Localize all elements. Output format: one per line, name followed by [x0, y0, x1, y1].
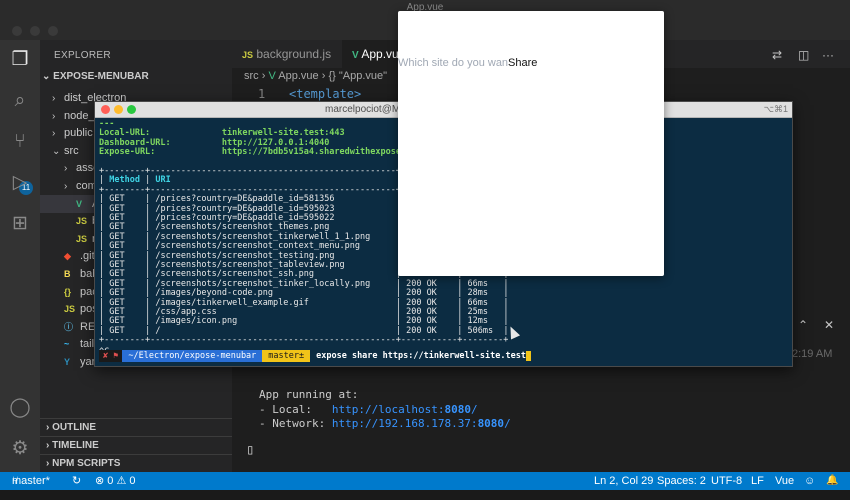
file-tree-label: src — [64, 144, 79, 157]
shell-command: expose share https://tinkerwell-site.tes… — [316, 351, 526, 361]
chevron-right-icon: › — [64, 181, 68, 192]
terminal-local-line: - Local: http://localhost:8080/ — [259, 403, 478, 416]
terminal-shortcut: ⌥⌘1 — [763, 104, 788, 114]
status-bar: ⑂ master* ↻ ⊗ 0 ⚠ 0 Ln 2, Col 29 Spaces:… — [0, 472, 850, 490]
search-icon[interactable]: ⌕ — [8, 89, 32, 113]
panel-timestamp: 2:19 AM — [792, 348, 833, 360]
npm-scripts-section[interactable]: › NPM SCRIPTS — [40, 454, 232, 472]
source-control-icon[interactable]: ⑂ — [8, 130, 32, 154]
tab-background-js[interactable]: JS background.js — [232, 40, 340, 68]
terminal-cursor — [525, 350, 531, 361]
file-type-icon: V — [76, 198, 83, 209]
table-border: +--------+------------------------------… — [99, 335, 509, 346]
line-number: 1 — [258, 87, 266, 101]
breadcrumb-folder[interactable]: src — [244, 70, 259, 82]
window-zoom-button[interactable] — [48, 26, 58, 36]
open-changes-icon[interactable]: ⇄ — [772, 48, 782, 62]
chevron-down-icon: ⌄ — [52, 145, 61, 157]
breadcrumb-symbol[interactable]: {} "App.vue" — [328, 70, 387, 82]
encoding-item[interactable]: UTF-8 — [711, 472, 742, 490]
timeline-section[interactable]: › TIMELINE — [40, 436, 232, 454]
file-type-icon: B — [64, 269, 71, 279]
tunnel-info-line: Expose-URL: https://7bdb5v15a4.sharedwit… — [99, 147, 422, 158]
terminal-running-line: App running at: — [259, 388, 359, 401]
site-input[interactable] — [398, 55, 508, 71]
chevron-down-icon: ⌄ — [42, 71, 54, 82]
chevron-right-icon: › — [52, 110, 56, 122]
screen-bottom-edge — [0, 490, 850, 500]
file-tree-label: node_ — [64, 109, 95, 122]
sync-icon[interactable]: ↻ — [72, 472, 81, 490]
window-close-button[interactable] — [12, 26, 22, 36]
file-type-icon: JS — [76, 216, 88, 227]
shell-prompt[interactable]: ✘ ⚑ ~/Electron/expose-menubar master± expos… — [99, 350, 531, 362]
project-header[interactable]: ⌄ EXPOSE-MENUBAR — [42, 71, 149, 82]
chevron-right-icon: › — [52, 93, 56, 104]
code-line-1[interactable]: <template> — [289, 87, 361, 101]
problems-item[interactable]: ⊗ 0 ⚠ 0 — [95, 472, 135, 490]
file-type-icon: JS — [64, 304, 76, 315]
file-tree-label: public — [64, 127, 93, 140]
maximize-panel-icon[interactable]: ⌃ — [798, 318, 808, 332]
more-actions-icon[interactable]: ··· — [822, 48, 834, 62]
outline-section[interactable]: › OUTLINE — [40, 418, 232, 436]
terminal-close-button[interactable] — [101, 105, 110, 114]
prompt-status-segment: ✘ ⚑ — [99, 350, 123, 362]
file-type-icon: {} — [64, 286, 72, 297]
js-file-icon: JS — [242, 50, 254, 60]
file-type-icon: ◆ — [64, 251, 71, 262]
terminal-zoom-button[interactable] — [127, 105, 136, 114]
feedback-icon[interactable]: ☺ — [804, 472, 815, 490]
share-button[interactable]: Share — [508, 55, 537, 71]
file-type-icon: ~ — [64, 339, 70, 350]
settings-gear-icon[interactable]: ⚙ — [8, 437, 32, 461]
terminal-minimize-button[interactable] — [114, 105, 123, 114]
terminal-network-line: - Network: http://192.168.178.37:8080/ — [259, 417, 511, 430]
language-mode-item[interactable]: Vue — [775, 472, 794, 490]
account-icon[interactable]: ◯ — [8, 396, 32, 420]
file-type-icon: Y — [64, 357, 71, 367]
prompt-git-segment: master± — [262, 350, 311, 362]
terminal-cursor: ▯ — [246, 442, 255, 458]
eol-item[interactable]: LF — [751, 472, 764, 490]
breadcrumb: src › V App.vue › {} "App.vue" — [244, 70, 387, 82]
notifications-bell-icon[interactable]: 🔔 — [826, 472, 838, 490]
file-type-icon: ⓘ — [64, 321, 74, 332]
expose-menubar-popup: Share — [398, 11, 664, 276]
split-editor-icon[interactable]: ◫ — [798, 48, 809, 62]
window-minimize-button[interactable] — [30, 26, 40, 36]
files-icon[interactable]: ❐ — [8, 48, 32, 72]
explorer-header: EXPLORER — [54, 50, 111, 61]
run-debug-icon[interactable]: ▷ — [8, 171, 32, 195]
vue-file-icon: V — [268, 70, 279, 82]
breadcrumb-file[interactable]: App.vue — [278, 70, 318, 82]
extensions-icon[interactable]: ⊞ — [8, 212, 32, 236]
chevron-right-icon: › — [52, 128, 56, 140]
file-type-icon: JS — [76, 233, 88, 244]
prompt-path-segment: ~/Electron/expose-menubar — [122, 350, 263, 362]
activity-bar: ❐ ⌕ ⑂ 11 ▷ ⊞ ◯ ⚙ — [0, 40, 40, 472]
indentation-item[interactable]: Spaces: 2 — [657, 472, 706, 490]
integrated-terminal[interactable]: App running at: - Local: http://localhos… — [232, 370, 850, 472]
vue-file-icon: V — [352, 50, 359, 61]
chevron-right-icon: › — [64, 163, 68, 175]
close-panel-icon[interactable]: ✕ — [824, 318, 834, 332]
cursor-position-item[interactable]: Ln 2, Col 29 — [594, 472, 653, 490]
